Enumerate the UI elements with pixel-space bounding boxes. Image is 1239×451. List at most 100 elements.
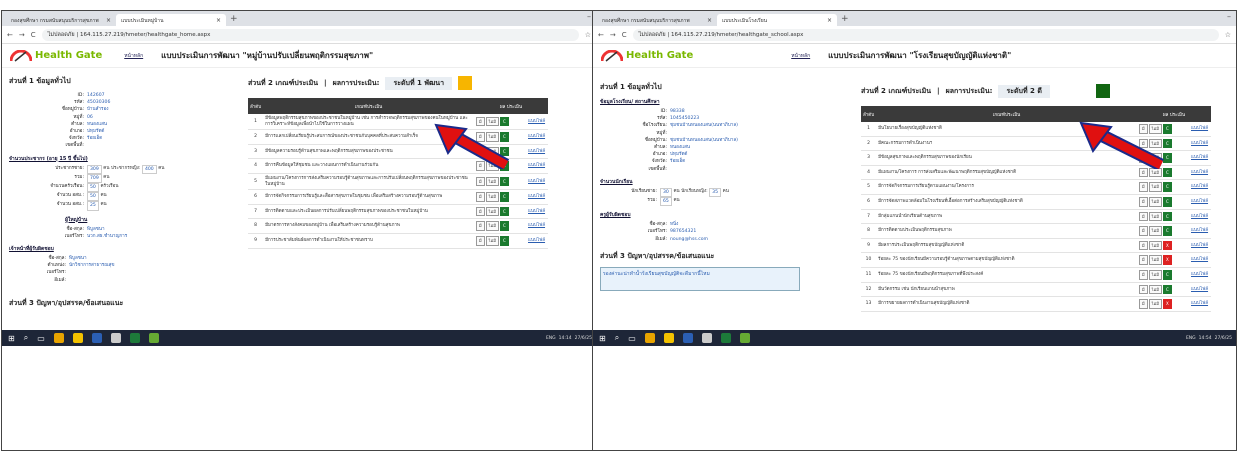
star-icon[interactable]: ☆ — [1225, 31, 1231, 39]
new-tab-icon[interactable]: + — [837, 14, 853, 26]
attach-file-link[interactable]: แนบไฟล์ — [528, 179, 545, 184]
yes-button[interactable]: มี — [1139, 211, 1148, 222]
attach-file-link[interactable]: แนบไฟล์ — [1191, 214, 1208, 219]
attach-file-link[interactable]: แนบไฟล์ — [528, 134, 545, 139]
forward-icon[interactable]: → — [610, 31, 616, 39]
forward-icon[interactable]: → — [19, 31, 25, 39]
file-explorer-icon[interactable] — [72, 333, 83, 343]
osm-field[interactable]: 50 — [87, 192, 99, 202]
status-button[interactable]: C — [1162, 284, 1172, 295]
no-button[interactable]: ไม่มี — [1148, 240, 1162, 251]
close-icon[interactable]: × — [106, 17, 111, 24]
no-button[interactable]: ไม่มี — [1148, 182, 1162, 192]
no-button[interactable]: ไม่มี — [1148, 211, 1162, 222]
attach-file-link[interactable]: แนบไฟล์ — [1191, 170, 1208, 175]
excel-icon[interactable] — [720, 333, 731, 343]
attach-file-link[interactable]: แนบไฟล์ — [1191, 301, 1208, 306]
attach-file-link[interactable]: แนบไฟล์ — [1191, 272, 1208, 277]
no-button[interactable]: ไม่มี — [1148, 299, 1162, 309]
health-gate-logo[interactable]: Health Gate — [601, 49, 693, 62]
windows-icon[interactable]: ⊞ — [8, 334, 15, 343]
app-icon[interactable] — [739, 333, 750, 343]
yes-button[interactable]: มี — [476, 235, 485, 246]
status-button[interactable]: C — [499, 206, 509, 217]
lang-indicator[interactable]: ENG — [546, 336, 556, 341]
browser-tab[interactable]: กองสุขศึกษา กรมสนับสนุนบริการสุขภาพ × — [597, 14, 717, 26]
attach-file-link[interactable]: แนบไฟล์ — [1191, 199, 1208, 204]
male-students-field[interactable]: 30 — [660, 187, 672, 198]
attach-file-link[interactable]: แนบไฟล์ — [528, 194, 545, 199]
osm2-field[interactable]: 25 — [87, 201, 99, 211]
yes-button[interactable]: มี — [1139, 196, 1148, 207]
close-icon[interactable]: × — [216, 17, 221, 24]
nav-home-link[interactable]: หน้าหลัก — [791, 52, 810, 60]
browser-tab-active[interactable]: แบบประเมินหมู่บ้าน × — [116, 14, 226, 26]
status-button[interactable]: C — [499, 176, 509, 187]
status-button[interactable]: C — [1162, 211, 1172, 222]
app-icon[interactable] — [148, 333, 159, 343]
attach-file-link[interactable]: แนบไฟล์ — [1191, 228, 1208, 233]
attach-file-link[interactable]: แนบไฟล์ — [1191, 287, 1208, 292]
search-icon[interactable]: ⌕ — [615, 333, 619, 343]
attach-file-link[interactable]: แนบไฟล์ — [1191, 243, 1208, 248]
attach-file-link[interactable]: แนบไฟล์ — [1191, 184, 1208, 189]
attach-file-link[interactable]: แนบไฟล์ — [1191, 141, 1208, 146]
back-icon[interactable]: ← — [7, 31, 13, 39]
task-view-icon[interactable]: ▭ — [37, 334, 45, 343]
attach-file-link[interactable]: แนบไฟล์ — [528, 149, 545, 154]
reload-icon[interactable]: C — [622, 31, 627, 39]
excel-icon[interactable] — [129, 333, 140, 343]
female-field[interactable]: 400 — [141, 164, 157, 174]
chrome-icon[interactable] — [644, 333, 655, 343]
yes-button[interactable]: มี — [1139, 284, 1148, 295]
status-button[interactable]: C — [1162, 196, 1172, 207]
yes-button[interactable]: มี — [476, 221, 485, 231]
yes-button[interactable]: มี — [476, 176, 485, 187]
attach-file-link[interactable]: แนบไฟล์ — [1191, 257, 1208, 262]
yes-button[interactable]: มี — [1139, 167, 1148, 178]
attach-file-link[interactable]: แนบไฟล์ — [528, 223, 545, 228]
problems-textarea[interactable]: รองค่านะน่าทำน้ำร้งเรียนสุขบัญญัติจะดีมา… — [600, 266, 800, 291]
yes-button[interactable]: มี — [1139, 299, 1148, 309]
status-button[interactable]: X — [1162, 240, 1172, 251]
no-button[interactable]: ไม่มี — [485, 192, 499, 202]
no-button[interactable]: ไม่มี — [1148, 196, 1162, 207]
status-button[interactable]: C — [1162, 226, 1172, 236]
no-button[interactable]: ไม่มี — [1148, 284, 1162, 295]
minimize-icon[interactable]: – — [1227, 12, 1231, 21]
status-button[interactable]: C — [1162, 269, 1172, 280]
word-icon[interactable] — [91, 333, 102, 343]
yes-button[interactable]: มี — [1139, 240, 1148, 251]
yes-button[interactable]: มี — [1139, 226, 1148, 236]
lang-indicator[interactable]: ENG — [1186, 336, 1196, 341]
reload-icon[interactable]: C — [31, 31, 36, 39]
yes-button[interactable]: มี — [1139, 182, 1148, 192]
chrome-icon[interactable] — [53, 333, 64, 343]
household-field[interactable]: 50 — [87, 183, 99, 193]
yes-button[interactable]: มี — [476, 206, 485, 217]
status-button[interactable]: C — [499, 192, 509, 202]
app-icon[interactable] — [110, 333, 121, 343]
search-icon[interactable]: ⌕ — [24, 333, 28, 343]
url-field[interactable]: ไม่ปลอดภัย | 164.115.27.219/hmeter/healt… — [632, 28, 1219, 41]
female-students-field[interactable]: 35 — [709, 187, 722, 198]
browser-tab-active[interactable]: แบบประเมินโรงเรียน × — [717, 14, 837, 26]
url-field[interactable]: ไม่ปลอดภัย | 164.115.27.219/hmeter/healt… — [41, 28, 579, 41]
browser-tab[interactable]: กองสุขศึกษา กรมสนับสนุนบริการสุขภาพ × — [6, 14, 116, 26]
yes-button[interactable]: มี — [476, 192, 485, 202]
no-button[interactable]: ไม่มี — [485, 235, 499, 246]
attach-file-link[interactable]: แนบไฟล์ — [1191, 155, 1208, 160]
word-icon[interactable] — [682, 333, 693, 343]
attach-file-link[interactable]: แนบไฟล์ — [1191, 126, 1208, 131]
male-field[interactable]: 309 — [87, 164, 102, 174]
no-button[interactable]: ไม่มี — [485, 221, 499, 231]
windows-icon[interactable]: ⊞ — [599, 334, 606, 343]
no-button[interactable]: ไม่มี — [1148, 255, 1162, 265]
attach-file-link[interactable]: แนบไฟล์ — [528, 163, 545, 168]
status-button[interactable]: C — [499, 221, 509, 231]
yes-button[interactable]: มี — [1139, 269, 1148, 280]
status-button[interactable]: C — [499, 235, 509, 246]
status-button[interactable]: C — [1162, 182, 1172, 192]
back-icon[interactable]: ← — [598, 31, 604, 39]
status-button[interactable]: X — [1162, 255, 1172, 265]
